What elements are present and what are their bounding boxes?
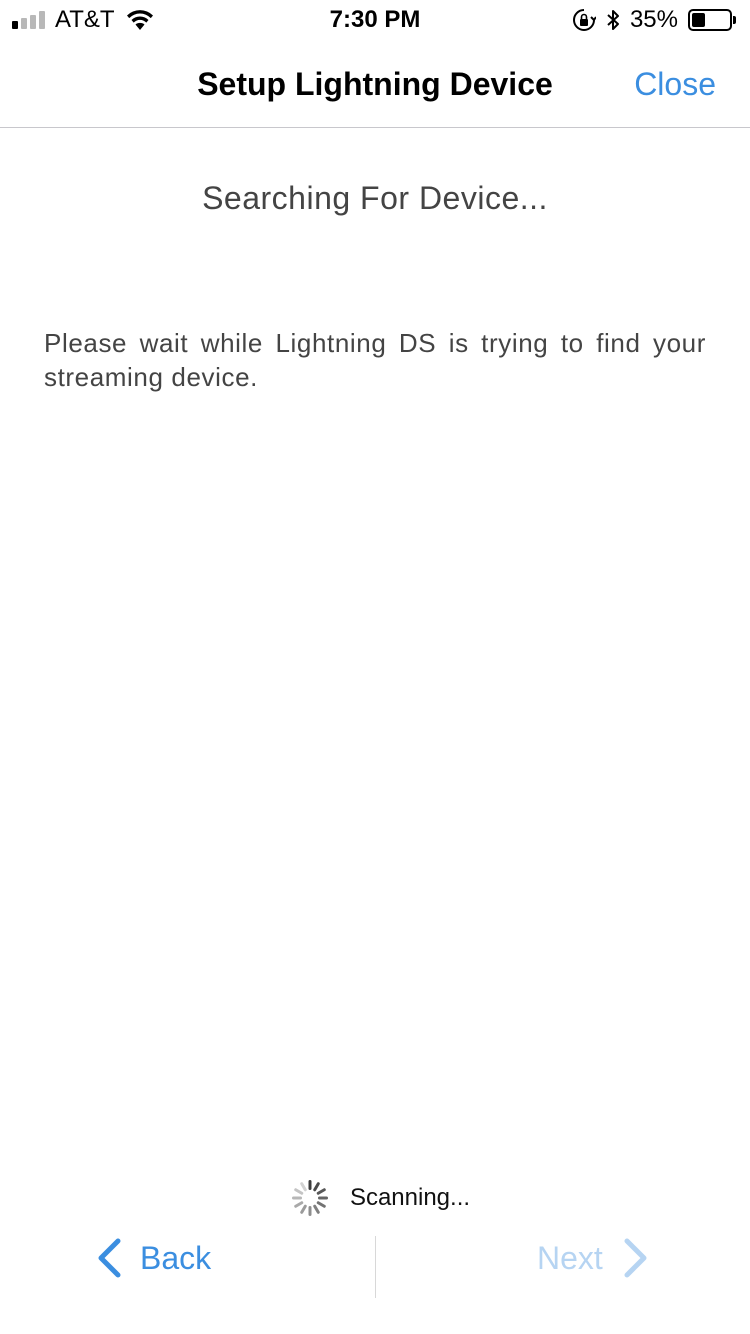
orientation-lock-icon <box>572 9 596 31</box>
next-button[interactable]: Next <box>537 1236 649 1280</box>
status-bar: AT&T 7:30 PM 35% <box>0 0 750 40</box>
wifi-icon <box>126 10 153 30</box>
chevron-right-icon <box>624 1238 647 1278</box>
bluetooth-icon <box>607 10 619 30</box>
back-button[interactable]: Back <box>96 1236 211 1280</box>
instructions-text: Please wait while Lightning DS is trying… <box>44 328 706 392</box>
bottom-divider <box>375 1236 376 1298</box>
setup-device-screen: AT&T 7:30 PM 35% Setup Lightning Device … <box>0 0 750 1334</box>
scanning-indicator: Scanning... <box>0 1178 750 1218</box>
battery-percent-label: 35% <box>629 6 678 33</box>
battery-fill <box>692 13 705 27</box>
scanning-label: Scanning... <box>349 1184 471 1211</box>
battery-icon <box>688 9 736 31</box>
close-button[interactable]: Close <box>634 66 716 103</box>
chevron-left-icon <box>98 1238 121 1278</box>
activity-spinner-icon <box>291 1180 328 1216</box>
navigation-bar: Setup Lightning Device Close <box>0 40 750 128</box>
next-label: Next <box>537 1239 603 1276</box>
carrier-label: AT&T <box>55 6 115 33</box>
bottom-navigation: Back Next <box>0 1236 750 1298</box>
searching-heading: Searching For Device... <box>202 180 548 216</box>
cellular-signal-icon <box>12 11 45 29</box>
status-left: AT&T <box>12 6 155 34</box>
back-label: Back <box>140 1239 212 1276</box>
status-right: 35% <box>572 6 736 34</box>
